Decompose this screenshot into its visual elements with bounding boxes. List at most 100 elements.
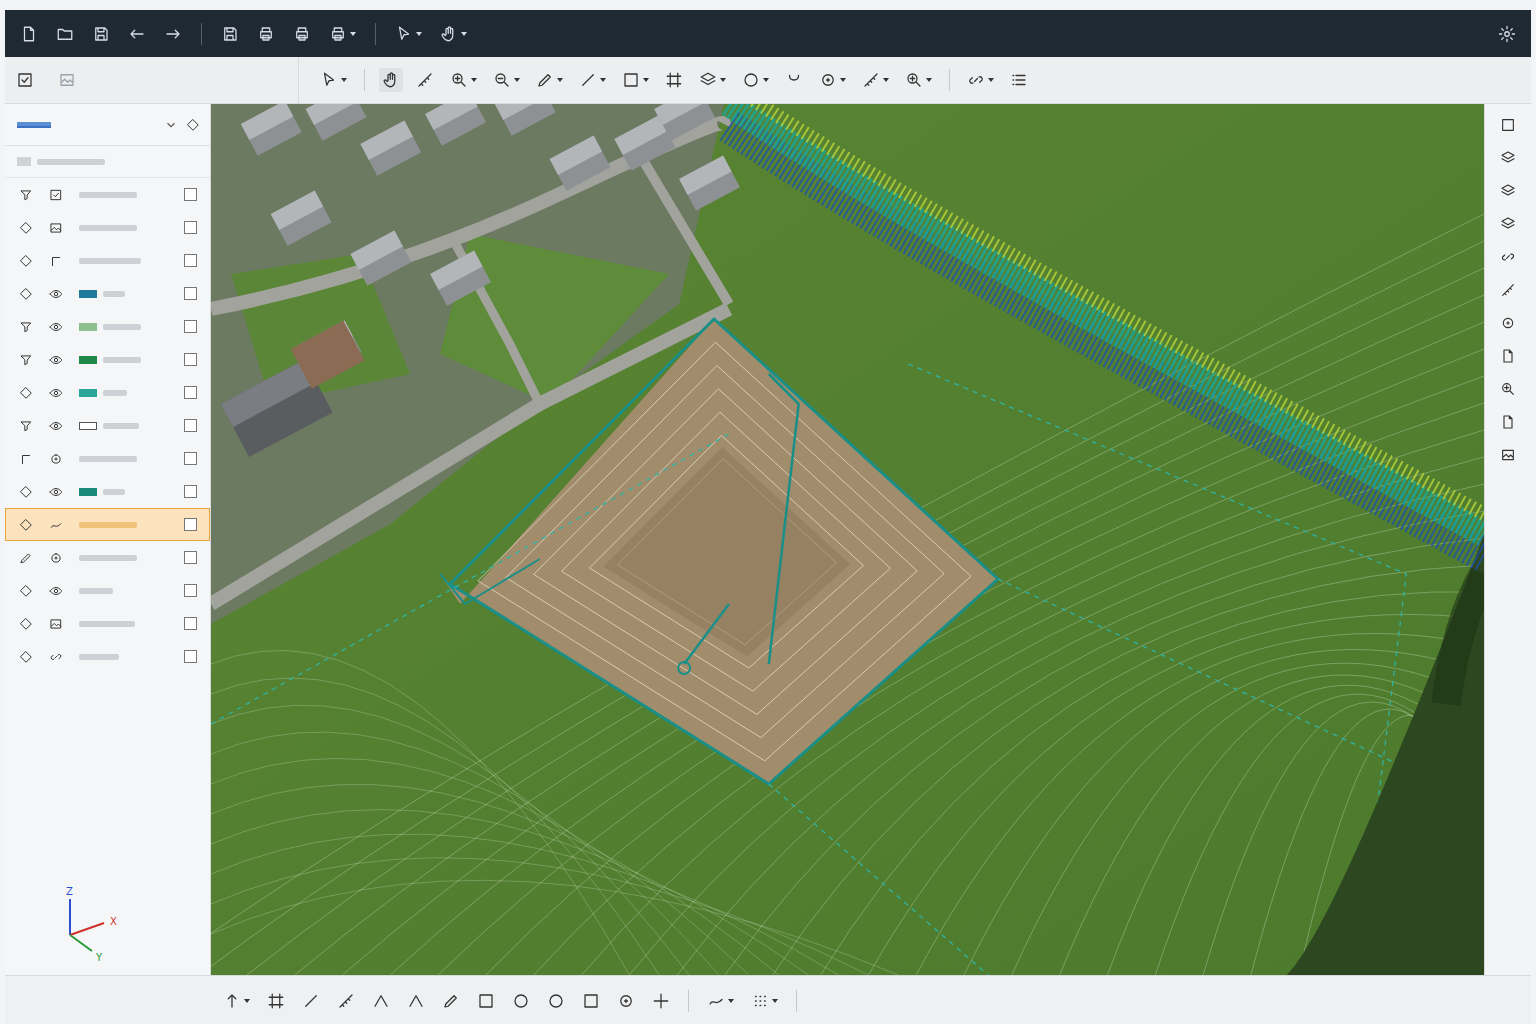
dropdown-caret-icon[interactable] (643, 78, 649, 82)
layer-row[interactable] (5, 508, 210, 541)
circle-icon[interactable] (512, 992, 530, 1010)
ellipse-button[interactable] (544, 989, 568, 1013)
zoom-out-button[interactable] (490, 68, 523, 92)
save-copy-button[interactable] (218, 22, 242, 46)
segment-icon[interactable] (302, 992, 320, 1010)
layer-row[interactable] (5, 541, 210, 574)
dropdown-caret-icon[interactable] (416, 32, 422, 36)
circle-button[interactable] (509, 989, 533, 1013)
layer-row[interactable] (5, 376, 210, 409)
zoom-out-icon[interactable] (493, 71, 511, 89)
print-icon[interactable] (257, 25, 275, 43)
rect-diag-button[interactable] (264, 989, 288, 1013)
package-button[interactable] (696, 68, 729, 92)
import-button[interactable] (619, 68, 652, 92)
add-doc-button[interactable] (1497, 345, 1519, 367)
dropdown-caret-icon[interactable] (728, 999, 734, 1003)
dropdown-caret-icon[interactable] (341, 78, 347, 82)
redo-button[interactable] (161, 22, 185, 46)
layer-row[interactable] (5, 607, 210, 640)
layer-row[interactable] (5, 244, 210, 277)
dropdown-caret-icon[interactable] (840, 78, 846, 82)
layers-group-icon[interactable] (1500, 216, 1516, 232)
pan-mode-button[interactable] (437, 22, 470, 46)
dropdown-caret-icon[interactable] (763, 78, 769, 82)
point-target-button[interactable] (614, 989, 638, 1013)
layer-checkbox[interactable] (184, 221, 197, 234)
layer-kind-icon[interactable] (49, 650, 63, 664)
redo-icon[interactable] (164, 25, 182, 43)
layer-checkbox[interactable] (184, 485, 197, 498)
layers-button[interactable] (1497, 147, 1519, 169)
dropdown-caret-icon[interactable] (988, 78, 994, 82)
layers-icon[interactable] (1500, 150, 1516, 166)
square-icon[interactable] (582, 992, 600, 1010)
layer-row[interactable] (5, 343, 210, 376)
grid-button[interactable] (748, 989, 781, 1013)
visibility-eye-icon[interactable] (49, 584, 63, 598)
network-icon[interactable] (1500, 315, 1516, 331)
dropdown-caret-icon[interactable] (772, 999, 778, 1003)
settings-icon[interactable] (1498, 25, 1516, 43)
measure-button[interactable] (413, 68, 437, 92)
layer-row[interactable] (5, 574, 210, 607)
dropdown-caret-icon[interactable] (461, 32, 467, 36)
tools-icon[interactable] (1500, 282, 1516, 298)
rect-diag-icon[interactable] (267, 992, 285, 1010)
layer-set-selector[interactable] (5, 104, 210, 146)
square-button[interactable] (579, 989, 603, 1013)
polyline-icon[interactable] (337, 992, 355, 1010)
crosshair-icon[interactable] (652, 992, 670, 1010)
print-preview-button[interactable] (290, 22, 314, 46)
new-file-button[interactable] (17, 22, 41, 46)
layer-checkbox[interactable] (184, 254, 197, 267)
visibility-eye-icon[interactable] (49, 353, 63, 367)
save-copy-icon[interactable] (221, 25, 239, 43)
panel-image-button[interactable] (55, 68, 79, 92)
dropdown-caret-icon[interactable] (350, 32, 356, 36)
layer-kind-icon[interactable] (49, 551, 63, 565)
info-icon[interactable] (1500, 117, 1516, 133)
crop-button[interactable] (662, 68, 686, 92)
ellipse-icon[interactable] (547, 992, 565, 1010)
peak-button[interactable] (369, 989, 393, 1013)
panel-image-icon[interactable] (58, 71, 76, 89)
select-mode-icon[interactable] (395, 25, 413, 43)
arc-icon[interactable] (707, 992, 725, 1010)
point-button[interactable] (739, 68, 772, 92)
layer-checkbox[interactable] (184, 287, 197, 300)
snap-button[interactable] (859, 68, 892, 92)
crosshair-button[interactable] (649, 989, 673, 1013)
info-button[interactable] (1497, 114, 1519, 136)
view-button[interactable] (1497, 444, 1519, 466)
list-button[interactable] (1007, 68, 1031, 92)
arc-button[interactable] (704, 989, 737, 1013)
link-icon[interactable] (1500, 249, 1516, 265)
point-icon[interactable] (742, 71, 760, 89)
link-button[interactable] (1497, 246, 1519, 268)
undo-button[interactable] (125, 22, 149, 46)
settings-button[interactable] (1495, 22, 1519, 46)
layer-checkbox[interactable] (184, 188, 197, 201)
layer-checkbox[interactable] (184, 551, 197, 564)
print-button[interactable] (254, 22, 278, 46)
aerial-map[interactable] (211, 104, 1484, 975)
layers-stack-icon[interactable] (1500, 183, 1516, 199)
dropdown-caret-icon[interactable] (883, 78, 889, 82)
dropdown-caret-icon[interactable] (720, 78, 726, 82)
zoom-in-icon[interactable] (450, 71, 468, 89)
lasso-button[interactable] (782, 68, 806, 92)
open-folder-button[interactable] (53, 22, 77, 46)
draw-line-button[interactable] (576, 68, 609, 92)
layer-checkbox[interactable] (184, 320, 197, 333)
layer-checkbox[interactable] (184, 452, 197, 465)
visibility-eye-icon[interactable] (49, 320, 63, 334)
map-canvas[interactable] (211, 104, 1484, 975)
layer-kind-icon[interactable] (49, 617, 63, 631)
angle-button[interactable] (404, 989, 428, 1013)
save-button[interactable] (89, 22, 113, 46)
layer-row[interactable] (5, 475, 210, 508)
rotate-icon[interactable] (819, 71, 837, 89)
visibility-eye-icon[interactable] (49, 386, 63, 400)
pin-icon[interactable] (186, 118, 200, 132)
